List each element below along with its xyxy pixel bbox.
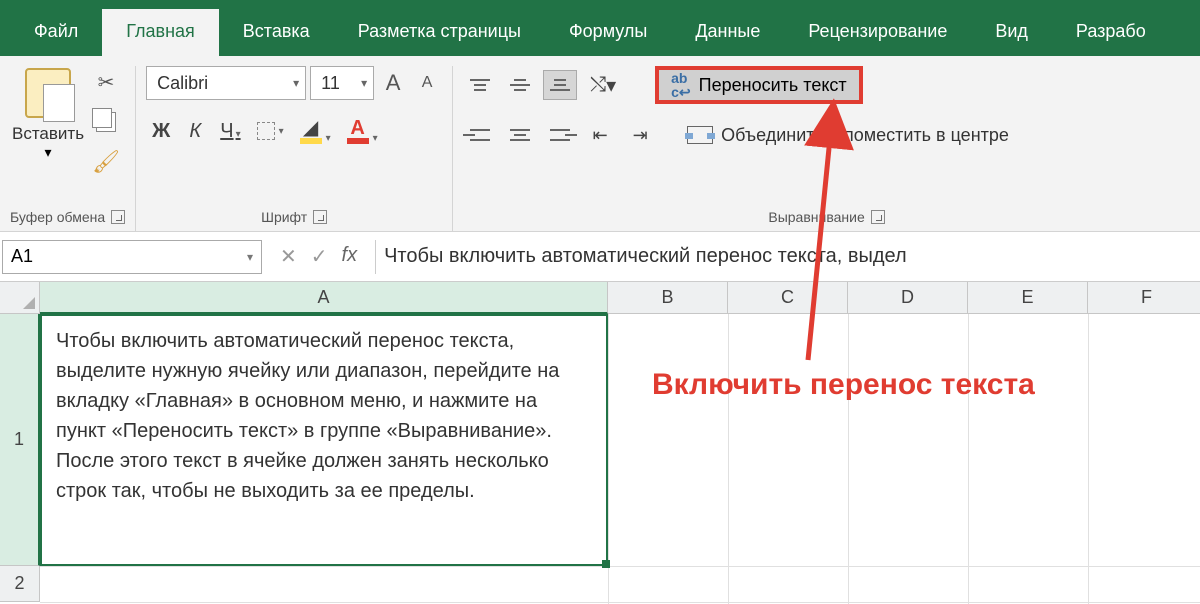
chevron-down-icon: [361, 76, 367, 90]
copy-icon: [96, 112, 116, 132]
group-label-clipboard: Буфер обмена: [10, 209, 105, 225]
cancel-formula-button[interactable]: ✕: [280, 244, 297, 269]
group-alignment: ⤭ abc↩ Переносить текст ⇤ ⇥: [453, 66, 1200, 231]
chevron-down-icon: [236, 129, 241, 140]
formula-bar-text: Чтобы включить автоматический перенос те…: [384, 245, 907, 268]
ribbon-tabs: Файл Главная Вставка Разметка страницы Ф…: [0, 0, 1200, 56]
clipboard-icon: [25, 68, 71, 118]
font-color-icon: A: [347, 118, 369, 138]
col-header-d[interactable]: D: [848, 282, 968, 314]
insert-function-button[interactable]: fx: [342, 244, 358, 269]
alignment-dialog-launcher[interactable]: [871, 210, 885, 224]
bold-button[interactable]: Ж: [146, 116, 176, 147]
group-font: Calibri 11 A A Ж К Ч: [136, 66, 453, 231]
chevron-down-icon: [247, 250, 253, 264]
formula-bar[interactable]: Чтобы включить автоматический перенос те…: [375, 240, 1200, 274]
font-dialog-launcher[interactable]: [313, 210, 327, 224]
tab-formulas[interactable]: Формулы: [545, 9, 671, 56]
name-box[interactable]: A1: [2, 240, 262, 274]
chevron-down-icon: [293, 76, 299, 90]
decrease-indent-button[interactable]: ⇤: [583, 120, 617, 150]
border-icon: [257, 122, 275, 140]
paste-button[interactable]: Вставить: [10, 66, 86, 163]
row-headers: 1 2: [0, 314, 40, 602]
font-name-value: Calibri: [157, 73, 208, 94]
group-label-font: Шрифт: [261, 209, 307, 225]
merge-center-button[interactable]: Объединить и поместить в центре: [679, 118, 1017, 152]
chevron-down-icon: [279, 126, 284, 137]
tab-page-layout[interactable]: Разметка страницы: [334, 9, 545, 56]
tab-file[interactable]: Файл: [10, 9, 102, 56]
increase-font-size-button[interactable]: A: [378, 70, 408, 96]
align-left-button[interactable]: [463, 120, 497, 150]
chevron-down-icon: [373, 133, 378, 144]
row-header-2[interactable]: 2: [0, 566, 40, 602]
chevron-down-icon: [326, 133, 331, 144]
annotation-label: Включить перенос текста: [652, 368, 1035, 402]
select-all-corner[interactable]: [0, 282, 40, 314]
paste-label: Вставить: [12, 124, 84, 144]
copy-button[interactable]: [94, 110, 118, 134]
name-box-value: A1: [11, 246, 33, 267]
align-center-button[interactable]: [503, 120, 537, 150]
ribbon: Вставить ✂ 🖌 Буфер обмена Calibri 11: [0, 56, 1200, 232]
tab-developer[interactable]: Разрабо: [1052, 9, 1170, 56]
orientation-button[interactable]: ⤭: [583, 70, 623, 100]
font-size-value: 11: [321, 73, 340, 94]
align-right-button[interactable]: [543, 120, 577, 150]
borders-button[interactable]: [251, 118, 290, 144]
wrap-text-button[interactable]: abc↩ Переносить текст: [655, 66, 863, 104]
align-bottom-button[interactable]: [543, 70, 577, 100]
row-header-1[interactable]: 1: [0, 314, 40, 566]
accept-formula-button[interactable]: ✓: [311, 244, 328, 269]
merge-icon: [687, 126, 713, 144]
font-color-button[interactable]: A: [341, 114, 384, 148]
tab-home[interactable]: Главная: [102, 9, 219, 56]
group-clipboard: Вставить ✂ 🖌 Буфер обмена: [0, 66, 136, 231]
chevron-down-icon: [45, 144, 52, 161]
increase-indent-button[interactable]: ⇥: [623, 120, 657, 150]
clipboard-dialog-launcher[interactable]: [111, 210, 125, 224]
cell-a1-text: Чтобы включить автоматический перенос те…: [56, 330, 559, 502]
wrap-text-label: Переносить текст: [699, 75, 847, 96]
col-header-e[interactable]: E: [968, 282, 1088, 314]
column-headers: A B C D E F: [40, 282, 1200, 314]
col-header-c[interactable]: C: [728, 282, 848, 314]
col-header-f[interactable]: F: [1088, 282, 1200, 314]
format-painter-button[interactable]: 🖌: [94, 150, 118, 174]
cut-button[interactable]: ✂: [94, 70, 118, 94]
merge-label: Объединить и поместить в центре: [721, 125, 1009, 146]
tab-data[interactable]: Данные: [671, 9, 784, 56]
wrap-text-icon: abc↩: [671, 71, 691, 99]
align-middle-button[interactable]: [503, 70, 537, 100]
group-label-alignment: Выравнивание: [768, 209, 864, 225]
tab-insert[interactable]: Вставка: [219, 9, 334, 56]
col-header-b[interactable]: B: [608, 282, 728, 314]
bucket-icon: ◢: [300, 118, 322, 138]
align-top-button[interactable]: [463, 70, 497, 100]
font-size-combo[interactable]: 11: [310, 66, 374, 100]
tab-review[interactable]: Рецензирование: [784, 9, 971, 56]
fill-color-button[interactable]: ◢: [294, 114, 337, 148]
decrease-font-size-button[interactable]: A: [412, 74, 442, 92]
formula-bar-row: A1 ✕ ✓ fx Чтобы включить автоматический …: [0, 232, 1200, 282]
col-header-a[interactable]: A: [40, 282, 608, 314]
italic-button[interactable]: К: [180, 116, 210, 147]
tab-view[interactable]: Вид: [971, 9, 1052, 56]
chevron-down-icon: [606, 73, 616, 98]
cell-a1[interactable]: Чтобы включить автоматический перенос те…: [40, 314, 608, 566]
underline-button[interactable]: Ч: [214, 116, 246, 147]
font-name-combo[interactable]: Calibri: [146, 66, 306, 100]
